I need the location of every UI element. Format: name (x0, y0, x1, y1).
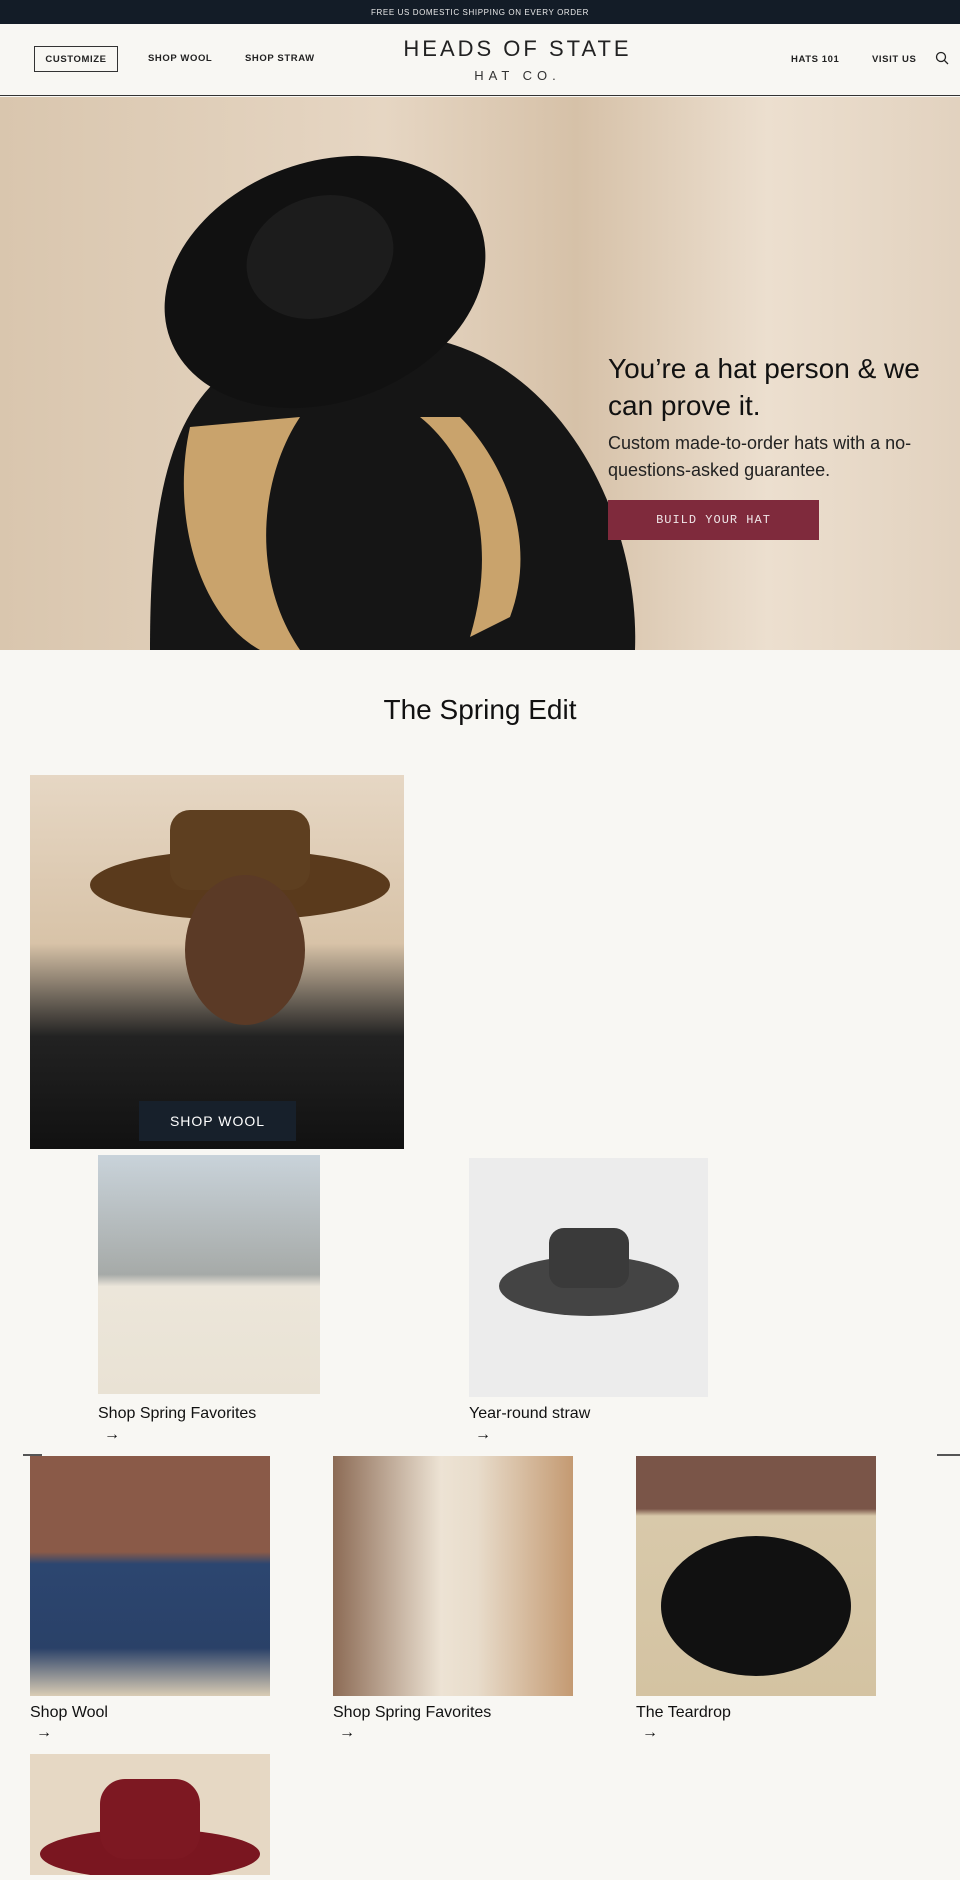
logo-subline[interactable]: HAT CO. (0, 68, 960, 83)
announcement-text: FREE US DOMESTIC SHIPPING ON EVERY ORDER (371, 7, 589, 17)
build-your-hat-button[interactable]: BUILD YOUR HAT (608, 500, 819, 540)
card-label[interactable]: Shop Spring Favorites (333, 1704, 491, 1722)
arrow-right-icon[interactable]: → (104, 1426, 120, 1444)
search-icon[interactable] (935, 51, 949, 65)
hero-heading: You’re a hat person & we can prove it. (608, 353, 920, 421)
card-label[interactable]: Shop Spring Favorites (98, 1405, 256, 1423)
nav-visit-us[interactable]: VISIT US (872, 54, 916, 65)
arrow-right-icon[interactable]: → (339, 1724, 355, 1742)
card-image[interactable] (333, 1456, 573, 1696)
nav-hats-101[interactable]: HATS 101 (791, 54, 839, 65)
card-image[interactable] (469, 1158, 708, 1397)
arrow-right-icon[interactable]: → (475, 1426, 491, 1444)
announcement-bar: FREE US DOMESTIC SHIPPING ON EVERY ORDER (0, 0, 960, 24)
arrow-right-icon[interactable]: → (642, 1724, 658, 1742)
card-image[interactable] (30, 1456, 270, 1696)
shop-wool-button[interactable]: SHOP WOOL (139, 1101, 296, 1141)
arrow-right-icon[interactable]: → (36, 1724, 52, 1742)
card-label[interactable]: The Teardrop (636, 1704, 731, 1722)
carousel-next[interactable] (937, 1454, 960, 1456)
card-label[interactable]: Shop Wool (30, 1704, 108, 1722)
site-header: CUSTOMIZE SHOP WOOL SHOP STRAW HEADS OF … (0, 24, 960, 96)
hero-subheading: Custom made-to-order hats with a no-ques… (608, 433, 912, 480)
featured-card-image[interactable] (30, 775, 404, 1149)
card-image[interactable] (98, 1155, 320, 1394)
card-image[interactable] (30, 1754, 270, 1879)
card-label[interactable]: Year-round straw (469, 1405, 590, 1423)
card-image[interactable] (636, 1456, 876, 1696)
section-title: The Spring Edit (383, 694, 577, 725)
